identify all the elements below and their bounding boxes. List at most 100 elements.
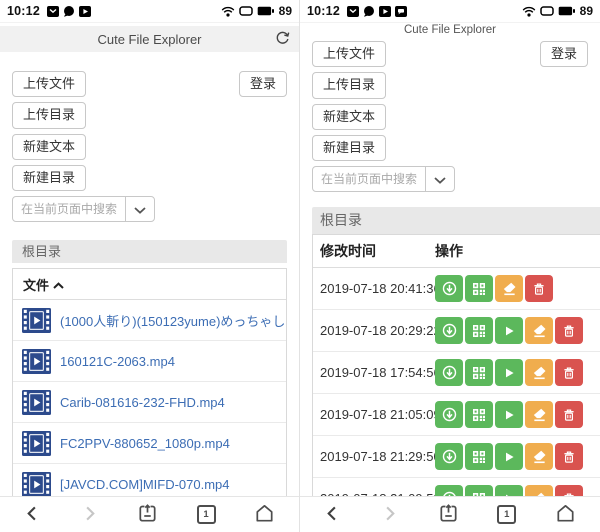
upload-file-button[interactable]: 上传文件 bbox=[312, 41, 386, 67]
root-dir-bar: 根目录 bbox=[12, 240, 287, 263]
nav-forward-button[interactable] bbox=[80, 504, 99, 526]
play-button[interactable] bbox=[495, 401, 523, 428]
file-table-header[interactable]: 文件 bbox=[13, 269, 286, 300]
play-icon bbox=[502, 324, 516, 338]
video-icon bbox=[79, 6, 91, 17]
nav-home-button[interactable] bbox=[253, 502, 276, 528]
play-button[interactable] bbox=[495, 359, 523, 386]
share-export-icon bbox=[136, 502, 159, 528]
root-dir-bar: 根目录 bbox=[312, 207, 600, 234]
login-button[interactable]: 登录 bbox=[239, 71, 287, 97]
trash-button[interactable] bbox=[555, 443, 583, 470]
video-file-icon bbox=[22, 390, 51, 415]
erase-button[interactable] bbox=[525, 317, 553, 344]
nav-back-button[interactable] bbox=[323, 504, 342, 526]
qrcode-icon bbox=[472, 282, 486, 296]
file-link[interactable]: 160121C-2063.mp4 bbox=[60, 354, 175, 369]
download-button[interactable] bbox=[435, 317, 463, 344]
search-dropdown-button[interactable] bbox=[425, 166, 455, 192]
upload-file-button[interactable]: 上传文件 bbox=[12, 71, 86, 97]
refresh-button[interactable] bbox=[274, 31, 290, 47]
nav-tabs-button[interactable]: 1 bbox=[497, 505, 516, 524]
wifi-icon bbox=[221, 6, 235, 17]
download-button[interactable] bbox=[435, 359, 463, 386]
sim-icon bbox=[540, 6, 554, 16]
search-dropdown-button[interactable] bbox=[125, 196, 155, 222]
file-link[interactable]: (1000人斬り)(150123yume)めっちゃしたい! bbox=[60, 311, 286, 330]
play-button[interactable] bbox=[495, 317, 523, 344]
qrcode-button[interactable] bbox=[465, 317, 493, 344]
chevron-down-icon bbox=[134, 202, 146, 217]
right-screen: 10:12 89 Cute File Explorer 上传文件 登录 上传目录… bbox=[300, 0, 600, 532]
file-row: (1000人斬り)(150123yume)めっちゃしたい! bbox=[13, 300, 286, 341]
new-dir-button[interactable]: 新建目录 bbox=[312, 135, 386, 161]
qrcode-button[interactable] bbox=[465, 275, 493, 302]
login-button[interactable]: 登录 bbox=[540, 41, 588, 67]
file-link[interactable]: FC2PPV-880652_1080p.mp4 bbox=[60, 436, 230, 451]
search-input[interactable] bbox=[312, 166, 426, 192]
modified-time-column-label[interactable]: 修改时间 bbox=[313, 241, 435, 261]
qrcode-button[interactable] bbox=[465, 401, 493, 428]
video-file-icon bbox=[22, 308, 51, 333]
file-link[interactable]: Carib-081616-232-FHD.mp4 bbox=[60, 395, 225, 410]
trash-button[interactable] bbox=[555, 401, 583, 428]
upload-dir-button[interactable]: 上传目录 bbox=[312, 72, 386, 98]
trash-icon bbox=[532, 282, 546, 296]
download-button[interactable] bbox=[435, 443, 463, 470]
upload-dir-button[interactable]: 上传目录 bbox=[12, 102, 86, 128]
trash-icon bbox=[562, 450, 576, 464]
qrcode-button[interactable] bbox=[465, 359, 493, 386]
download-icon bbox=[442, 449, 457, 464]
erase-button[interactable] bbox=[525, 401, 553, 428]
new-dir-button[interactable]: 新建目录 bbox=[12, 165, 86, 191]
refresh-icon bbox=[275, 30, 290, 48]
clock: 10:12 bbox=[307, 4, 340, 18]
play-button[interactable] bbox=[495, 443, 523, 470]
nav-tabs-button[interactable]: 1 bbox=[197, 505, 216, 524]
battery-icon bbox=[558, 6, 575, 16]
detail-row: 2019-07-18 20:29:22 bbox=[313, 310, 600, 352]
battery-level: 89 bbox=[580, 4, 593, 18]
qrcode-button[interactable] bbox=[465, 443, 493, 470]
file-row: 160121C-2063.mp4 bbox=[13, 341, 286, 382]
qrcode-icon bbox=[472, 366, 486, 380]
detail-row: 2019-07-18 17:54:56 bbox=[313, 352, 600, 394]
toolbar: 上传文件 登录 上传目录 新建文本 新建目录 bbox=[0, 71, 299, 222]
action-buttons bbox=[435, 359, 583, 386]
chevron-right-icon bbox=[380, 504, 399, 526]
download-button[interactable] bbox=[435, 275, 463, 302]
actions-column-label: 操作 bbox=[435, 241, 463, 261]
modified-time: 2019-07-18 17:54:56 bbox=[313, 365, 435, 380]
nav-back-button[interactable] bbox=[23, 504, 42, 526]
nav-share-button[interactable] bbox=[437, 502, 460, 528]
erase-button[interactable] bbox=[495, 275, 523, 302]
erase-button[interactable] bbox=[525, 359, 553, 386]
file-row: FC2PPV-880652_1080p.mp4 bbox=[13, 423, 286, 464]
play-icon bbox=[502, 450, 516, 464]
nav-share-button[interactable] bbox=[136, 502, 159, 528]
new-text-button[interactable]: 新建文本 bbox=[12, 134, 86, 160]
new-text-button[interactable]: 新建文本 bbox=[312, 104, 386, 130]
trash-button[interactable] bbox=[525, 275, 553, 302]
status-bar: 10:12 89 bbox=[300, 0, 600, 23]
file-link[interactable]: [JAVCD.COM]MIFD-070.mp4 bbox=[60, 477, 230, 492]
detail-row: 2019-07-18 20:41:36 bbox=[313, 268, 600, 310]
tab-count-icon: 1 bbox=[497, 505, 516, 524]
trash-button[interactable] bbox=[555, 317, 583, 344]
nav-home-button[interactable] bbox=[554, 502, 577, 528]
erase-icon bbox=[502, 281, 517, 296]
download-button[interactable] bbox=[435, 401, 463, 428]
file-table: 文件 (1000人斬り)(150123yume)めっちゃしたい! 160121C-… bbox=[12, 268, 287, 505]
search-input[interactable] bbox=[12, 196, 126, 222]
chevron-down-icon bbox=[434, 172, 446, 187]
nav-forward-button[interactable] bbox=[380, 504, 399, 526]
sort-ascending-icon bbox=[53, 277, 64, 292]
erase-button[interactable] bbox=[525, 443, 553, 470]
trash-button[interactable] bbox=[555, 359, 583, 386]
detail-row: 2019-07-18 21:29:50 bbox=[313, 436, 600, 478]
video-icon bbox=[379, 6, 391, 17]
erase-icon bbox=[532, 365, 547, 380]
share-export-icon bbox=[437, 502, 460, 528]
clock: 10:12 bbox=[7, 4, 40, 18]
message-icon bbox=[395, 6, 407, 17]
